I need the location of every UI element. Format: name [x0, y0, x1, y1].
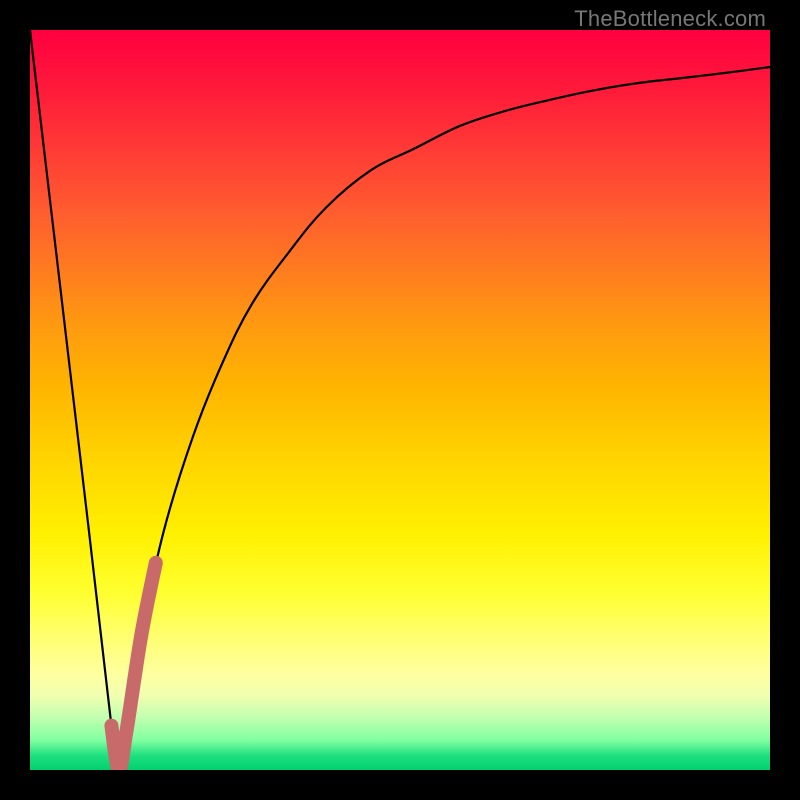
watermark-text: TheBottleneck.com	[574, 6, 766, 32]
highlight-segment	[111, 563, 155, 770]
chart-svg	[30, 30, 770, 770]
chart-frame: TheBottleneck.com	[0, 0, 800, 800]
chart-plot-area	[30, 30, 770, 770]
